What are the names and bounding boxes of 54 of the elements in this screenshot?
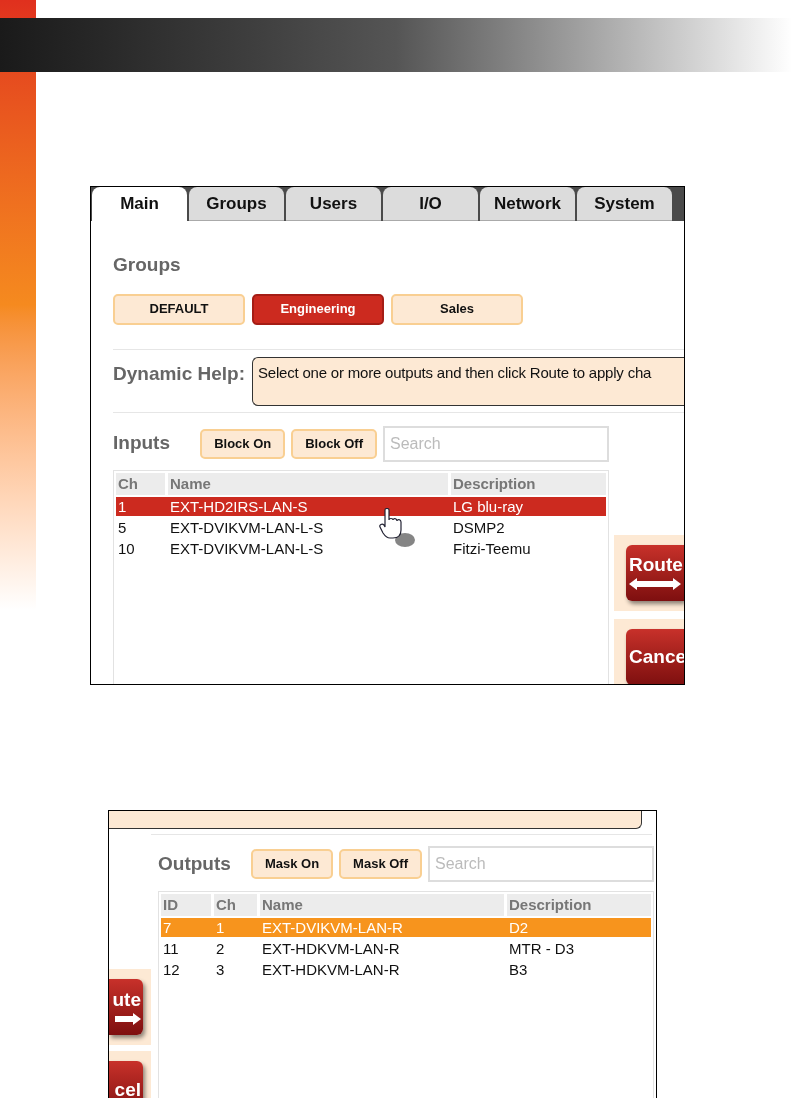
toolbar-button[interactable]: Block Off [291,428,377,459]
table-cell-text: EXT-DVIKVM-LAN-L-S [169,538,325,558]
double-arrow-icon [629,578,681,590]
tab[interactable]: System [577,187,672,221]
table-cell-text: EXT-HD2IRS-LAN-S [169,496,309,516]
table-cell-text: 7 [162,918,173,937]
toolbar-button[interactable]: Block On [200,428,286,459]
table-cell-text: 1 [215,918,226,937]
table-cell-text: D2 [508,918,530,937]
group-button[interactable]: Sales [391,293,523,325]
table-cell-text: 11 [162,939,180,958]
right-arrow-icon [115,1012,141,1025]
table-cell-text: 1 [117,496,128,516]
table-cell-text: B3 [508,960,529,979]
table-cell-text: DSMP2 [452,517,506,537]
section-heading: Groups [113,253,182,277]
table-cell-text: 3 [215,960,226,979]
table-cell-text: 12 [162,960,181,979]
group-button[interactable]: Engineering [252,293,384,325]
table-cell-text: EXT-DVIKVM-LAN-R [261,918,404,937]
tab[interactable]: Groups [189,187,284,221]
section-heading: Inputs [113,431,170,456]
cancel-button[interactable]: cel [109,1061,143,1098]
table-cell-text: LG blu-ray [452,496,525,516]
column-header: Ch [214,894,257,916]
table-cell-text: 2 [215,939,226,958]
table-cell-text: Fitzi-Teemu [452,538,532,558]
tab[interactable]: Network [480,187,575,221]
table-cell-text: 10 [117,538,136,558]
table-row[interactable]: 1 EXT-HD2IRS-LAN-S LG blu-ray [116,496,606,516]
search-field[interactable]: Search [428,846,654,882]
column-header: Description [451,472,606,495]
toolbar-button[interactable]: Mask On [250,849,334,879]
tab[interactable]: Main [92,187,187,221]
table-cell-text: EXT-HDKVM-LAN-R [261,939,401,958]
toolbar-button[interactable]: Mask Off [339,849,422,879]
column-header: Name [260,894,504,916]
help-label: Dynamic Help: [113,361,245,386]
table-cell-text: MTR - D3 [508,939,575,958]
search-field[interactable]: Search [383,425,609,462]
route-button[interactable]: Route [626,544,684,601]
column-header: ID [161,894,211,916]
column-header: Name [168,472,448,495]
help-box: Select one or more outputs and then click Route to apply cha [252,356,684,406]
column-header: Ch [116,472,165,495]
column-header: Description [507,894,651,916]
table-cell-text: EXT-HDKVM-LAN-R [261,960,401,979]
section-heading: Outputs [158,851,231,876]
route-button[interactable]: ute [109,979,143,1035]
table-cell-text: 5 [117,517,128,537]
group-button[interactable]: DEFAULT [113,293,245,325]
table-cell-text: EXT-DVIKVM-LAN-L-S [169,517,325,537]
tab[interactable]: Users [286,187,381,221]
tab[interactable]: I/O [383,187,478,221]
